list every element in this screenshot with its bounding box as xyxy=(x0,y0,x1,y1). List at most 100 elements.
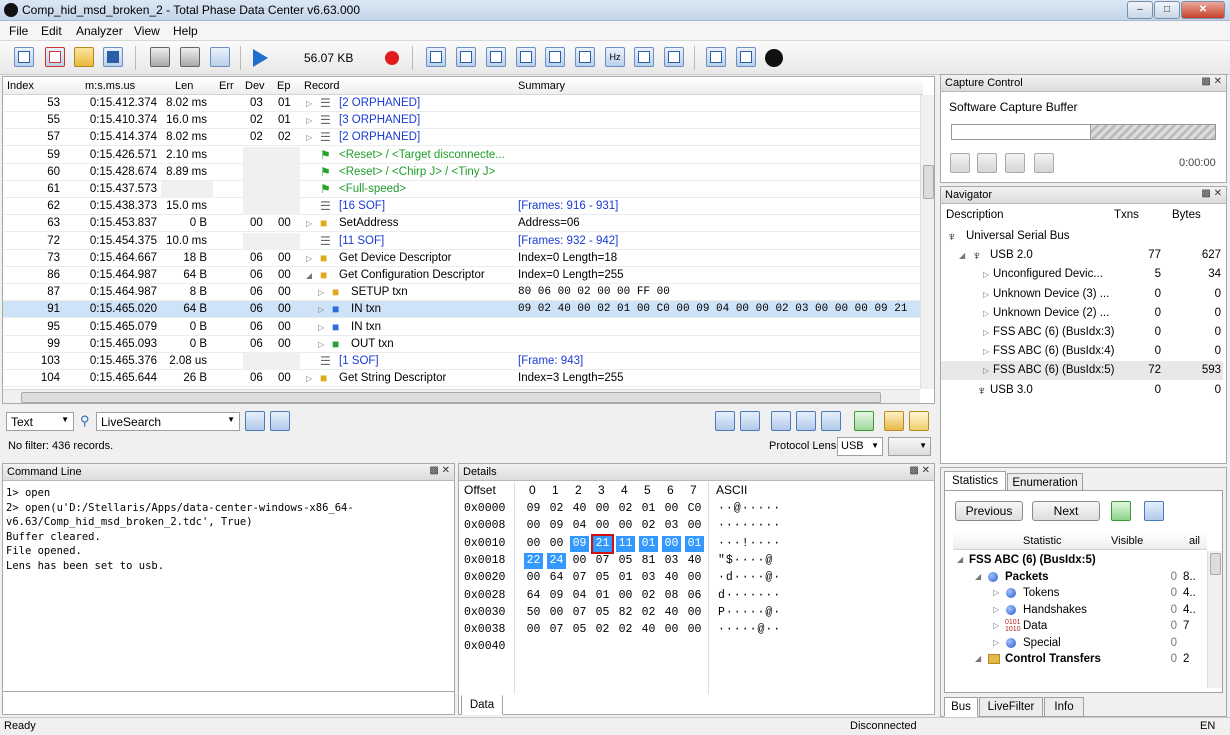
hex-byte[interactable]: 01 xyxy=(616,570,635,586)
hex-byte[interactable]: 04 xyxy=(570,518,589,534)
capture-settings-icon[interactable] xyxy=(180,47,200,67)
expand-arrow-icon[interactable]: ▷ xyxy=(983,304,989,323)
navigator-item[interactable]: ▷ Unknown Device (3) ... 0 0 xyxy=(941,285,1223,304)
cell-record[interactable]: SETUP txn xyxy=(351,284,514,301)
table-row[interactable]: 60 0:15.428.674 8.89 ms ⚑ <Reset> / <Chirp J… xyxy=(3,163,923,181)
hex-byte[interactable]: 40 xyxy=(639,622,658,638)
hex-byte[interactable]: 24 xyxy=(547,552,566,569)
table-row[interactable]: 53 0:15.412.374 8.02 ms 03 01 ▷ ☰ [2 ORPHANED] xyxy=(3,95,923,112)
menu-analyzer[interactable]: Analyzer xyxy=(76,24,123,38)
cell-record[interactable]: [1 SOF] xyxy=(339,353,514,370)
view-play-icon[interactable] xyxy=(545,47,565,67)
hex-byte[interactable]: 00 xyxy=(524,570,543,586)
menu-view[interactable]: View xyxy=(134,24,160,38)
hex-byte[interactable]: 09 xyxy=(524,501,543,517)
hardware-icon[interactable] xyxy=(210,47,230,67)
command-input[interactable] xyxy=(3,691,454,714)
table-row[interactable]: 103 0:15.465.376 2.08 us ☰ [1 SOF] [Frame: 94… xyxy=(3,353,923,370)
tab-livefilter[interactable]: LiveFilter xyxy=(979,697,1043,717)
view-hz-icon[interactable]: Hz xyxy=(605,47,625,67)
hex-byte[interactable]: 02 xyxy=(616,622,635,638)
expand-arrow-icon[interactable]: ▷ xyxy=(318,301,324,318)
table-row[interactable]: 63 0:15.453.837 0 B 00 00 ▷ ■ SetAddress Address… xyxy=(3,215,923,233)
highlight-icon[interactable] xyxy=(884,411,904,431)
cell-record[interactable]: [3 ORPHANED] xyxy=(339,112,514,129)
hex-byte[interactable]: 08 xyxy=(662,588,681,604)
cell-record[interactable]: Get Device Descriptor xyxy=(339,250,514,267)
hex-byte[interactable]: 00 xyxy=(616,518,635,534)
table-hscrollbar[interactable] xyxy=(3,389,920,403)
close-window-button[interactable]: ✕ xyxy=(1181,1,1225,19)
col-index[interactable]: Index xyxy=(3,77,63,95)
menu-help[interactable]: Help xyxy=(173,24,198,38)
collapse-arrow-icon[interactable]: ◢ xyxy=(975,569,981,585)
cell-record[interactable]: Get String Descriptor xyxy=(339,370,514,387)
hex-byte[interactable]: 00 xyxy=(685,622,704,638)
hex-byte[interactable]: 00 xyxy=(524,518,543,534)
hex-byte[interactable]: 04 xyxy=(570,588,589,604)
expand-arrow-icon[interactable]: ▷ xyxy=(993,602,999,618)
menu-file[interactable]: File xyxy=(9,24,28,38)
table-row[interactable]: 61 0:15.437.573 ⚑ <Full-speed> xyxy=(3,181,923,198)
view-waveform-icon[interactable] xyxy=(664,47,684,67)
hex-view[interactable]: Offset 0 1 2 3 4 5 6 7 ASCII 0x0000 09 02 40 00 02 01 00 C… xyxy=(459,482,934,694)
hex-byte[interactable]: 05 xyxy=(616,553,635,569)
stats-row[interactable]: ◢ Packets 0 8.. xyxy=(953,569,1203,585)
hex-byte[interactable]: 00 xyxy=(662,622,681,638)
stats-vscrollbar[interactable] xyxy=(1207,551,1222,688)
navigator-item[interactable]: ♆ Universal Serial Bus xyxy=(941,227,1223,246)
expand-arrow-icon[interactable]: ▷ xyxy=(306,95,312,112)
cc-download-icon[interactable] xyxy=(1005,153,1025,173)
hex-byte[interactable]: 01 xyxy=(639,501,658,517)
col-record[interactable]: Record xyxy=(300,77,514,95)
collapse-arrow-icon[interactable]: ◢ xyxy=(957,552,963,568)
expand-arrow-icon[interactable]: ▷ xyxy=(993,618,999,634)
expand-arrow-icon[interactable]: ▷ xyxy=(993,585,999,601)
tab-info[interactable]: Info xyxy=(1044,697,1084,717)
save-stats-icon[interactable] xyxy=(1144,501,1164,521)
expand-arrow-icon[interactable]: ▷ xyxy=(306,215,312,232)
cell-record[interactable]: <Reset> / <Target disconnecte... xyxy=(339,147,514,164)
cell-record[interactable]: OUT txn xyxy=(351,336,514,353)
hex-byte[interactable]: 02 xyxy=(547,501,566,517)
play-icon[interactable] xyxy=(253,49,268,67)
expand-arrow-icon[interactable]: ▷ xyxy=(306,129,312,146)
search-next-icon[interactable] xyxy=(270,411,290,431)
hex-byte[interactable]: 22 xyxy=(524,552,543,569)
expand-arrow-icon[interactable]: ▷ xyxy=(983,323,989,342)
col-time[interactable]: m:s.ms.us xyxy=(63,77,161,95)
expand-arrow-icon[interactable]: ▷ xyxy=(983,342,989,361)
hex-byte[interactable]: 00 xyxy=(593,501,612,517)
table-row[interactable]: 99 0:15.465.093 0 B 06 00 ▷ ■ OUT txn xyxy=(3,336,923,353)
hex-byte[interactable]: 50 xyxy=(524,605,543,621)
cell-record[interactable]: <Full-speed> xyxy=(339,181,514,198)
navigator-item[interactable]: ♆ USB 3.0 0 0 xyxy=(941,381,1223,400)
table-row[interactable]: 95 0:15.465.079 0 B 06 00 ▷ ■ IN txn xyxy=(3,319,923,336)
previous-button[interactable]: Previous xyxy=(955,501,1023,521)
nav-bottom-icon[interactable] xyxy=(821,411,841,431)
hex-byte[interactable]: 06 xyxy=(685,588,704,604)
hex-byte[interactable]: 02 xyxy=(639,588,658,604)
bomb-icon[interactable] xyxy=(765,49,783,67)
hex-byte[interactable]: 07 xyxy=(593,553,612,569)
new-file-icon[interactable] xyxy=(14,47,34,67)
hex-byte[interactable]: 03 xyxy=(662,553,681,569)
next-button[interactable]: Next xyxy=(1032,501,1100,521)
nav-record-icon[interactable] xyxy=(796,411,816,431)
refresh-icon[interactable] xyxy=(1111,501,1131,521)
stats-row[interactable]: ▷ Handshakes 0 4.. xyxy=(953,602,1203,618)
expand-arrow-icon[interactable]: ▷ xyxy=(306,112,312,129)
navigator-item[interactable]: ▷ FSS ABC (6) (BusIdx:3) 0 0 xyxy=(941,323,1223,342)
table-row[interactable]: 86 0:15.464.987 64 B 06 00 ◢ ■ Get Configuratio… xyxy=(3,267,923,284)
cell-record[interactable]: SetAddress xyxy=(339,215,514,232)
cell-record[interactable]: [11 SOF] xyxy=(339,233,514,250)
cell-record[interactable]: [2 ORPHANED] xyxy=(339,95,514,112)
hex-byte[interactable]: 00 xyxy=(524,622,543,638)
hex-byte[interactable]: 05 xyxy=(570,622,589,638)
hex-byte[interactable]: 11 xyxy=(616,535,635,552)
maximize-button[interactable]: □ xyxy=(1154,1,1180,19)
hex-byte[interactable]: 00 xyxy=(685,605,704,621)
filter-mode-select[interactable]: Text ▼ xyxy=(6,412,74,431)
hex-byte[interactable]: 05 xyxy=(593,605,612,621)
cell-record[interactable]: IN txn xyxy=(351,301,514,318)
